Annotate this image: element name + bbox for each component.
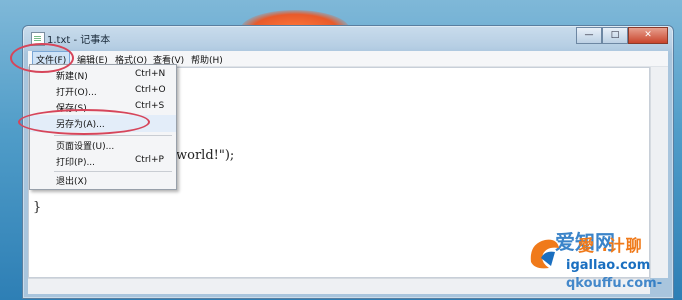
menu-help[interactable]: 帮助(H): [188, 52, 226, 67]
menu-item-page-setup[interactable]: 页面设置(U)...: [30, 137, 176, 154]
menu-item-open[interactable]: 打开(O)... Ctrl+O: [30, 83, 176, 100]
menu-item-shortcut: Ctrl+O: [135, 85, 166, 95]
vertical-scrollbar[interactable]: [650, 67, 668, 278]
menu-item-label: 页面设置(U)...: [56, 142, 115, 152]
menu-item-label: 退出(X): [56, 177, 88, 187]
minimize-button[interactable]: —: [576, 27, 602, 44]
title-bar[interactable]: 1.txt - 记事本 — □ ✕: [23, 26, 673, 49]
menu-item-shortcut: Ctrl+N: [135, 69, 166, 79]
menu-item-exit[interactable]: 退出(X): [30, 172, 176, 189]
maximize-button[interactable]: □: [602, 27, 628, 44]
menu-item-label: 新建(N): [56, 72, 88, 82]
menu-item-label: 打印(P)...: [56, 158, 96, 168]
highlight-oval-save-as: [18, 109, 150, 135]
watermark-slogan: 愛 .计聊: [578, 236, 643, 255]
menu-separator: [54, 135, 172, 136]
highlight-oval-file-menu: [10, 43, 74, 73]
menu-item-shortcut: Ctrl+S: [135, 101, 165, 111]
menu-item-shortcut: Ctrl+P: [135, 155, 164, 165]
menu-item-label: 打开(O)...: [56, 88, 97, 98]
menu-item-print[interactable]: 打印(P)... Ctrl+P: [30, 153, 176, 170]
watermark-logo-icon: [530, 239, 559, 269]
close-button[interactable]: ✕: [628, 27, 668, 44]
watermark-domain: qkouffu.com-: [566, 276, 663, 291]
editor-text-line: world!");: [176, 148, 235, 163]
watermark-site: igallao.com: [566, 258, 651, 273]
horizontal-scrollbar[interactable]: [28, 278, 650, 294]
editor-closing-brace: }: [33, 200, 42, 215]
window-controls: — □ ✕: [576, 27, 668, 44]
